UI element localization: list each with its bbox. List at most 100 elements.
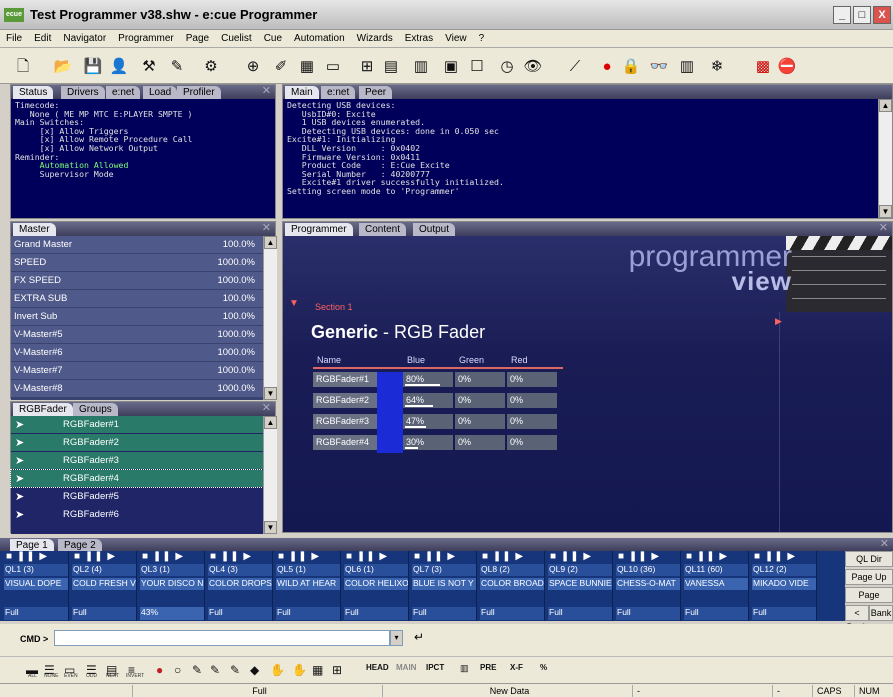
- tab-main-enet[interactable]: e:net: [321, 86, 356, 99]
- bars-icon[interactable]: ▥: [676, 56, 698, 78]
- menu-page[interactable]: Page: [180, 30, 215, 47]
- page-down-button[interactable]: Page Down: [845, 587, 893, 614]
- cuelist-title[interactable]: COLOR HELIXO: [344, 578, 408, 590]
- scroll-up-icon[interactable]: ▲: [264, 236, 277, 249]
- cuelist-level[interactable]: Full: [344, 607, 408, 620]
- expand-right-icon[interactable]: ▶: [775, 316, 782, 327]
- tab-main[interactable]: Main: [285, 86, 319, 99]
- scroll-down-icon[interactable]: ▼: [264, 387, 277, 400]
- cuelist-transport-icon[interactable]: ■ ❚❚ ▶: [278, 551, 320, 562]
- master-row[interactable]: V-Master#5 1000.0%: [11, 326, 275, 344]
- scroll-up-icon[interactable]: ▲: [264, 416, 277, 429]
- menu-cue[interactable]: Cue: [258, 30, 288, 47]
- new-file-icon[interactable]: 🗋: [12, 56, 34, 78]
- grid-select-icon[interactable]: ⊞: [332, 663, 342, 677]
- cuelist-title[interactable]: COLD FRESH VI: [72, 578, 136, 590]
- cmd-input[interactable]: [54, 630, 390, 646]
- tab-programmer[interactable]: Programmer: [285, 223, 353, 236]
- red-value[interactable]: 0%: [507, 414, 557, 429]
- gear-icon[interactable]: ⚙: [200, 56, 222, 78]
- cuelist-title[interactable]: COLOR DROPS: [208, 578, 272, 590]
- cuelist-transport-icon[interactable]: ■ ❚❚ ▶: [482, 551, 524, 562]
- fader-item[interactable]: ➤ RGBFader#5: [11, 488, 275, 505]
- main-button[interactable]: MAIN: [396, 663, 416, 672]
- fader-item[interactable]: ➤ RGBFader#6: [11, 506, 275, 523]
- cuelist-id[interactable]: QL11 (60): [684, 564, 748, 576]
- cuelist-id[interactable]: QL4 (3): [208, 564, 272, 576]
- save-icon[interactable]: 💾: [82, 56, 104, 78]
- pre-button[interactable]: PRE: [480, 663, 496, 672]
- tab-rgbfader[interactable]: RGBFader: [13, 403, 73, 416]
- row-name[interactable]: RGBFader#1: [313, 372, 377, 387]
- log-scrollbar[interactable]: ▲ ▼: [878, 99, 892, 218]
- cuelist-level[interactable]: Full: [72, 607, 136, 620]
- master-row[interactable]: SPEED 1000.0%: [11, 254, 275, 272]
- cuelist-title[interactable]: SPACE BUNNIE: [548, 578, 612, 590]
- blue-value[interactable]: 47%: [403, 414, 453, 429]
- fader-scrollbar[interactable]: ▲ ▼: [263, 416, 277, 534]
- master-row[interactable]: FX SPEED 1000.0%: [11, 272, 275, 290]
- eye-icon[interactable]: 👁: [522, 56, 544, 78]
- tab-output[interactable]: Output: [413, 223, 456, 236]
- scroll-up-icon[interactable]: ▲: [879, 99, 892, 112]
- tab-groups[interactable]: Groups: [73, 403, 118, 416]
- master-row[interactable]: Grand Master 100.0%: [11, 236, 275, 254]
- cuelist-column[interactable]: ■ ❚❚ ▶ QL12 (2) MIKADO VIDE Full: [750, 551, 817, 621]
- fader-item[interactable]: ➤ RGBFader#4: [10, 469, 276, 488]
- cuelist-level[interactable]: Full: [752, 607, 816, 620]
- close-icon[interactable]: ✕: [262, 85, 271, 98]
- circle-icon[interactable]: ○: [174, 663, 181, 677]
- close-icon[interactable]: ✕: [880, 538, 889, 551]
- cuelist-column[interactable]: ■ ❚❚ ▶ QL7 (3) BLUE IS NOT Y Full: [410, 551, 477, 621]
- cuelist-id[interactable]: QL6 (1): [344, 564, 408, 576]
- cuelist-column[interactable]: ■ ❚❚ ▶ QL8 (2) COLOR BROAD Full: [478, 551, 545, 621]
- brush3-icon[interactable]: ✎: [230, 663, 240, 677]
- screen-icon[interactable]: ▣: [440, 56, 462, 78]
- cuelist-level[interactable]: Full: [480, 607, 544, 620]
- row-name[interactable]: RGBFader#4: [313, 435, 377, 450]
- row-name[interactable]: RGBFader#3: [313, 414, 377, 429]
- green-value[interactable]: 0%: [455, 393, 505, 408]
- menu-edit[interactable]: Edit: [28, 30, 57, 47]
- tab-peer[interactable]: Peer: [359, 86, 393, 99]
- red-value[interactable]: 0%: [507, 435, 557, 450]
- tab-content[interactable]: Content: [359, 223, 407, 236]
- scroll-down-icon[interactable]: ▼: [879, 205, 892, 218]
- blue-value[interactable]: 64%: [403, 393, 453, 408]
- menu-wizards[interactable]: Wizards: [351, 30, 399, 47]
- cuelist-transport-icon[interactable]: ■ ❚❚ ▶: [74, 551, 116, 562]
- cuelist-level[interactable]: Full: [684, 607, 748, 620]
- row-name[interactable]: RGBFader#2: [313, 393, 377, 408]
- ql-dir-button[interactable]: QL Dir: [845, 551, 893, 567]
- menu-file[interactable]: File: [0, 30, 28, 47]
- master-row[interactable]: V-Master#8 1000.0%: [11, 380, 275, 398]
- cuelist-transport-icon[interactable]: ■ ❚❚ ▶: [550, 551, 592, 562]
- master-row[interactable]: Invert Sub 100.0%: [11, 308, 275, 326]
- cuelist-title[interactable]: YOUR DISCO N: [140, 578, 204, 590]
- matrix-icon[interactable]: ▦: [312, 663, 323, 677]
- bank-prev-button[interactable]: < Bank: [845, 605, 869, 632]
- color-wheel-icon[interactable]: ●: [156, 663, 163, 677]
- ipct-button[interactable]: IPCT: [426, 663, 444, 672]
- close-button[interactable]: X: [873, 6, 891, 24]
- menu-automation[interactable]: Automation: [288, 30, 351, 47]
- cuelist-title[interactable]: VANESSA: [684, 578, 748, 590]
- media-icon[interactable]: ▤: [380, 56, 402, 78]
- cuelist-column[interactable]: ■ ❚❚ ▶ QL9 (2) SPACE BUNNIE Full: [546, 551, 613, 621]
- bank-next-button[interactable]: Bank >: [869, 605, 893, 632]
- record-icon[interactable]: ●: [596, 56, 618, 78]
- user-icon[interactable]: 👤: [108, 56, 130, 78]
- tab-master[interactable]: Master: [13, 223, 56, 236]
- page-icon[interactable]: ☐: [466, 56, 488, 78]
- cuelist-id[interactable]: QL1 (3): [4, 564, 68, 576]
- cuelist-column[interactable]: ■ ❚❚ ▶ QL5 (1) WILD AT HEAR Full: [274, 551, 341, 621]
- cuelist-transport-icon[interactable]: ■ ❚❚ ▶: [346, 551, 388, 562]
- tab-load[interactable]: Load: [143, 86, 178, 99]
- cuelist-id[interactable]: QL3 (1): [140, 564, 204, 576]
- close-icon[interactable]: ✕: [262, 222, 271, 235]
- cuelist-transport-icon[interactable]: ■ ❚❚ ▶: [618, 551, 660, 562]
- cuelist-id[interactable]: QL8 (2): [480, 564, 544, 576]
- head-button[interactable]: HEAD: [366, 663, 389, 672]
- hand-icon[interactable]: ✋: [270, 663, 285, 677]
- cuelist-level[interactable]: Full: [616, 607, 680, 620]
